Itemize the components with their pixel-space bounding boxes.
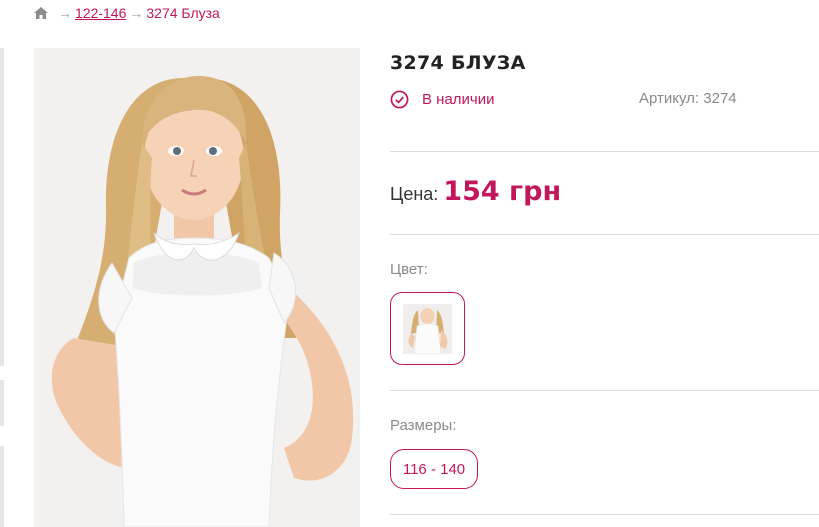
color-swatch[interactable] (390, 292, 465, 365)
color-label: Цвет: (390, 261, 428, 278)
home-icon[interactable] (33, 6, 49, 20)
stock-text: В наличии (422, 91, 495, 108)
size-option[interactable]: 116 - 140 (390, 449, 478, 489)
size-label: Размеры: (390, 417, 457, 434)
breadcrumb-link-category[interactable]: 122-146 (75, 5, 126, 21)
breadcrumb-separator: → (58, 5, 72, 21)
stock-status: В наличии (390, 90, 495, 109)
price-value: 154 грн (443, 176, 562, 207)
divider (390, 390, 819, 391)
article-number: Артикул: 3274 (639, 90, 737, 107)
product-title: 3274 БЛУЗА (390, 52, 526, 74)
color-swatch-image (403, 303, 452, 354)
breadcrumb-current: 3274 Блуза (146, 5, 220, 21)
divider (390, 234, 819, 235)
price-label: Цена: (390, 184, 439, 204)
price-row: Цена: 154 грн (390, 176, 561, 207)
divider (390, 151, 819, 152)
breadcrumb: → 122-146 → 3274 Блуза (33, 4, 220, 22)
thumbnail-strip[interactable] (0, 48, 4, 527)
check-circle-icon (390, 90, 409, 109)
divider (390, 514, 819, 515)
product-photo[interactable] (34, 48, 360, 527)
breadcrumb-separator: → (129, 5, 144, 21)
